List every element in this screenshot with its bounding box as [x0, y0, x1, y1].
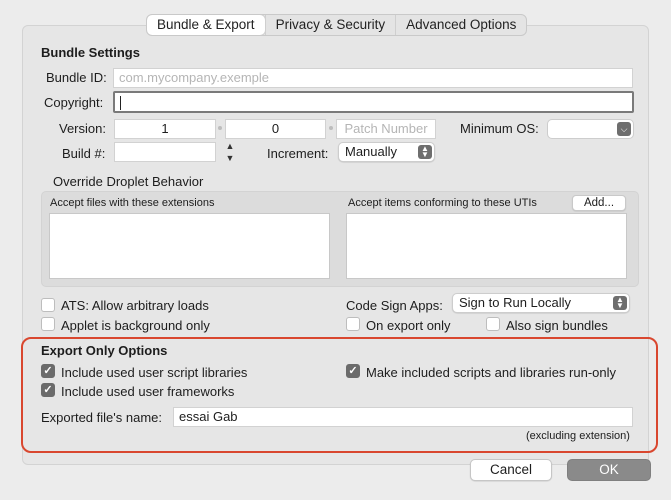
code-sign-label: Code Sign Apps:: [346, 298, 443, 313]
code-sign-value: Sign to Run Locally: [459, 295, 572, 310]
on-export-checkbox[interactable]: [346, 317, 360, 331]
applet-background-checkbox[interactable]: [41, 317, 55, 331]
extensions-list[interactable]: [49, 213, 330, 279]
tab-bar: Bundle & Export Privacy & Security Advan…: [146, 14, 528, 36]
copyright-field[interactable]: [113, 91, 634, 113]
applet-background-label: Applet is background only: [61, 318, 210, 333]
version-label: Version:: [59, 121, 106, 136]
bundle-settings-heading: Bundle Settings: [41, 45, 140, 60]
ok-button[interactable]: OK: [567, 459, 651, 481]
minimum-os-label: Minimum OS:: [460, 121, 539, 136]
up-down-chevron-icon: ▲ ▼: [613, 296, 627, 310]
version-minor-field[interactable]: 0: [225, 119, 326, 139]
version-major-field[interactable]: 1: [114, 119, 216, 139]
droplet-heading: Override Droplet Behavior: [53, 174, 204, 189]
ats-label: ATS: Allow arbitrary loads: [61, 298, 209, 313]
ats-checkbox[interactable]: [41, 298, 55, 312]
cancel-button[interactable]: Cancel: [470, 459, 552, 481]
chevron-down-icon: ⌵: [617, 122, 631, 136]
minimum-os-popup[interactable]: ⌵: [547, 119, 634, 139]
up-down-chevron-icon: ▲ ▼: [418, 145, 432, 159]
code-sign-popup[interactable]: Sign to Run Locally ▲ ▼: [452, 293, 630, 313]
tab-privacy-security[interactable]: Privacy & Security: [264, 15, 396, 35]
add-uti-button[interactable]: Add...: [572, 195, 626, 211]
patch-number-field[interactable]: Patch Number: [336, 119, 436, 139]
increment-value: Manually: [345, 144, 398, 159]
tab-advanced-options[interactable]: Advanced Options: [395, 15, 526, 35]
stepper-down-icon[interactable]: ▼: [224, 154, 236, 163]
bundle-id-label: Bundle ID:: [46, 70, 107, 85]
utis-label: Accept items conforming to these UTIs: [348, 197, 537, 209]
bundle-id-field[interactable]: com.mycompany.exemple: [113, 68, 633, 88]
tab-bundle-export[interactable]: Bundle & Export: [147, 15, 265, 35]
version-separator: [218, 126, 222, 130]
utis-list[interactable]: [346, 213, 627, 279]
copyright-label: Copyright:: [44, 95, 104, 110]
also-sign-bundles-checkbox[interactable]: [486, 317, 500, 331]
extensions-label: Accept files with these extensions: [50, 197, 215, 209]
build-stepper[interactable]: ▲ ▼: [224, 142, 236, 164]
increment-label: Increment:: [267, 146, 329, 161]
also-sign-bundles-label: Also sign bundles: [506, 318, 608, 333]
stepper-up-icon[interactable]: ▲: [224, 142, 236, 151]
increment-popup[interactable]: Manually ▲ ▼: [338, 142, 435, 162]
build-number-field[interactable]: [114, 142, 216, 162]
highlight-annotation: [21, 337, 658, 453]
version-separator: [329, 126, 333, 130]
build-label: Build #:: [62, 146, 106, 161]
on-export-label: On export only: [366, 318, 451, 333]
